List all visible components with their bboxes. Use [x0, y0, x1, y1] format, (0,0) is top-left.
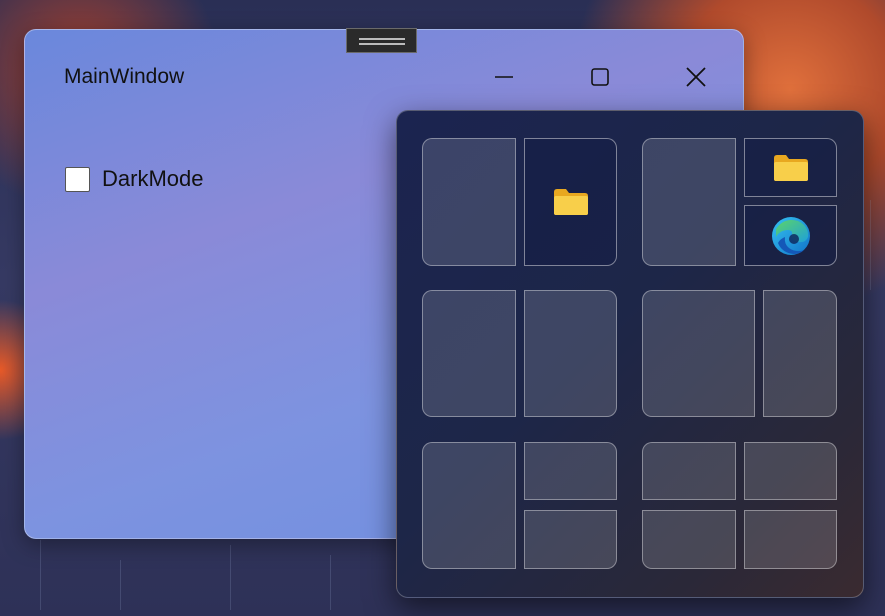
snap-zone[interactable] [642, 290, 755, 417]
snap-zone[interactable] [744, 442, 837, 500]
snap-zone[interactable] [642, 138, 736, 266]
darkmode-checkbox[interactable] [65, 166, 90, 192]
close-icon [686, 67, 706, 87]
snap-zone[interactable] [422, 290, 516, 417]
rain-streak [230, 545, 231, 610]
folder-icon [553, 189, 588, 215]
rain-streak [120, 560, 121, 610]
snap-layouts-flyout [396, 110, 864, 598]
snap-zone-file-explorer[interactable] [744, 138, 837, 197]
snap-zone[interactable] [524, 290, 617, 417]
rain-streak [330, 555, 331, 610]
snap-zone[interactable] [524, 442, 617, 500]
snap-zone[interactable] [422, 138, 516, 266]
snap-zone[interactable] [763, 290, 837, 417]
darkmode-setting[interactable]: DarkMode [65, 166, 203, 192]
darkmode-label: DarkMode [102, 166, 204, 191]
maximize-icon [591, 68, 609, 86]
rain-streak [40, 540, 41, 610]
snap-layout-handle[interactable] [346, 28, 417, 53]
minimize-button[interactable] [487, 60, 521, 94]
window-title: MainWindow [64, 65, 185, 88]
rain-streak [870, 200, 871, 290]
folder-icon [773, 154, 808, 181]
snap-zone-edge[interactable] [744, 205, 837, 266]
minimize-icon [495, 76, 513, 78]
snap-zone-file-explorer[interactable] [524, 138, 617, 266]
snap-zone[interactable] [642, 510, 736, 569]
snap-zone[interactable] [642, 442, 736, 500]
close-button[interactable] [679, 60, 713, 94]
maximize-button[interactable] [583, 60, 617, 94]
snap-zone[interactable] [744, 510, 837, 569]
snap-zone[interactable] [524, 510, 617, 569]
edge-browser-icon [771, 216, 810, 255]
snap-zone[interactable] [422, 442, 516, 569]
